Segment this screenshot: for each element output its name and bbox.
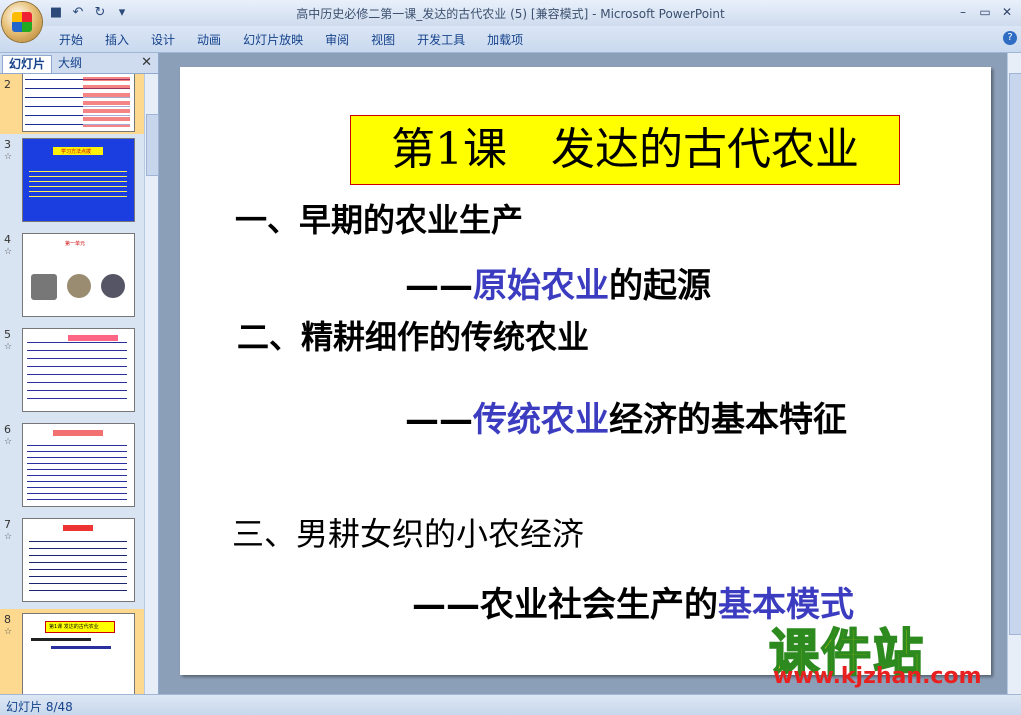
tab-animation[interactable]: 动画 bbox=[186, 31, 232, 48]
slide-thumbnail[interactable]: 第1课 发达的古代农业 bbox=[22, 613, 135, 694]
thumbnail-title: 学习方法点拨 bbox=[61, 149, 92, 155]
slide-number: 3 bbox=[4, 138, 11, 151]
thumbnail-row-selected[interactable]: 8 ☆ 第1课 发达的古代农业 bbox=[0, 609, 144, 694]
slide-number: 8 bbox=[4, 613, 11, 626]
slide-thumbnail[interactable] bbox=[22, 74, 135, 132]
slide-editing-area: 第1课 发达的古代农业 一、早期的农业生产 ——原始农业的起源 二、精耕细作的传… bbox=[159, 53, 1007, 694]
thumbnail-row[interactable]: 4 ☆ 第一单元 bbox=[0, 229, 144, 319]
status-bar: 幻灯片 8/48 bbox=[0, 694, 1021, 715]
slide-number: 4 bbox=[4, 233, 11, 246]
office-button[interactable] bbox=[2, 2, 42, 42]
slide-counter: 幻灯片 8/48 bbox=[6, 700, 73, 714]
minimize-icon[interactable]: – bbox=[953, 3, 973, 21]
watermark-url: www.kjzhan.com bbox=[773, 664, 982, 689]
line-text: 三、男耕女织的小农经济 bbox=[232, 515, 585, 553]
slide-thumbnail[interactable] bbox=[22, 423, 135, 507]
restore-icon[interactable]: ▭ bbox=[975, 3, 995, 21]
thumbnail-row[interactable]: 3 ☆ 学习方法点拨 bbox=[0, 134, 144, 224]
slide-number: 6 bbox=[4, 423, 11, 436]
tab-insert[interactable]: 插入 bbox=[94, 31, 140, 48]
slide-thumbnail[interactable]: 学习方法点拨 bbox=[22, 138, 135, 222]
tab-developer[interactable]: 开发工具 bbox=[406, 31, 476, 48]
thumbnail-row[interactable]: 6 ☆ bbox=[0, 419, 144, 509]
tab-addins[interactable]: 加载项 bbox=[476, 31, 534, 48]
line-text: 农业社会生产的 bbox=[480, 585, 718, 625]
thumbnail-title: 第1课 发达的古代农业 bbox=[49, 624, 99, 630]
line-text: 一、早期的农业生产 bbox=[235, 201, 524, 239]
slide-title[interactable]: 第1课 发达的古代农业 bbox=[350, 115, 900, 185]
slide-number: 2 bbox=[4, 78, 11, 91]
slides-panel: 幻灯片 大纲 ✕ 2 3 ☆ 学习方法点拨 4 ☆ 第一单元 5 ☆ 6 ☆ 7… bbox=[0, 53, 159, 694]
slide-line-2[interactable]: ——原始农业的起源 bbox=[405, 258, 711, 307]
line-text: 经济的基本特征 bbox=[609, 400, 847, 440]
slide-thumbnail[interactable] bbox=[22, 328, 135, 412]
tab-design[interactable]: 设计 bbox=[140, 31, 186, 48]
tab-home[interactable]: 开始 bbox=[48, 31, 94, 48]
animation-icon: ☆ bbox=[4, 437, 13, 447]
tab-view[interactable]: 视图 bbox=[360, 31, 406, 48]
close-icon[interactable]: ✕ bbox=[141, 55, 152, 70]
slide-thumbnail[interactable] bbox=[22, 518, 135, 602]
dash: —— bbox=[405, 266, 473, 306]
help-icon[interactable]: ? bbox=[1003, 31, 1017, 45]
animation-icon: ☆ bbox=[4, 247, 13, 257]
window-title: 高中历史必修二第一课_发达的古代农业 (5) [兼容模式] - Microsof… bbox=[296, 7, 725, 21]
line-text: 的起源 bbox=[609, 266, 711, 306]
animation-icon: ☆ bbox=[4, 532, 13, 542]
slide-number: 5 bbox=[4, 328, 11, 341]
animation-icon: ☆ bbox=[4, 627, 13, 637]
scrollbar-thumb[interactable] bbox=[146, 114, 159, 176]
tab-review[interactable]: 审阅 bbox=[314, 31, 360, 48]
title-bar: ■ ↶ ↻ ▾ 高中历史必修二第一课_发达的古代农业 (5) [兼容模式] - … bbox=[0, 0, 1021, 26]
tab-slideshow[interactable]: 幻灯片放映 bbox=[232, 31, 314, 48]
thumbnail-row[interactable]: 2 bbox=[0, 74, 144, 134]
thumbnail-list: 2 3 ☆ 学习方法点拨 4 ☆ 第一单元 5 ☆ 6 ☆ 7 ☆ 8 ☆ 第1… bbox=[0, 74, 144, 694]
close-icon[interactable]: ✕ bbox=[997, 3, 1017, 21]
line-text: 二、精耕细作的传统农业 bbox=[237, 318, 590, 356]
thumbnail-scrollbar[interactable] bbox=[144, 74, 159, 694]
slide-line-1[interactable]: 一、早期的农业生产 bbox=[235, 195, 523, 241]
scrollbar-thumb[interactable] bbox=[1009, 73, 1021, 635]
slide-thumbnail[interactable]: 第一单元 bbox=[22, 233, 135, 317]
tab-outline[interactable]: 大纲 bbox=[52, 55, 88, 72]
accent-text: 原始农业 bbox=[473, 266, 609, 306]
dash: —— bbox=[412, 585, 480, 625]
thumbnail-row[interactable]: 5 ☆ bbox=[0, 324, 144, 414]
slide-scrollbar[interactable] bbox=[1007, 53, 1021, 694]
slide-line-3[interactable]: 二、精耕细作的传统农业 bbox=[237, 312, 589, 358]
current-slide[interactable]: 第1课 发达的古代农业 一、早期的农业生产 ——原始农业的起源 二、精耕细作的传… bbox=[180, 67, 991, 675]
slide-line-5[interactable]: 三、男耕女织的小农经济 bbox=[232, 509, 584, 555]
dash: —— bbox=[405, 400, 473, 440]
thumbnail-row[interactable]: 7 ☆ bbox=[0, 514, 144, 604]
slide-number: 7 bbox=[4, 518, 11, 531]
office-logo-icon bbox=[12, 12, 32, 32]
slide-line-4[interactable]: ——传统农业经济的基本特征 bbox=[405, 392, 847, 441]
tab-slides[interactable]: 幻灯片 bbox=[2, 55, 53, 73]
thumbnail-title: 第一单元 bbox=[65, 241, 86, 247]
animation-icon: ☆ bbox=[4, 342, 13, 352]
animation-icon: ☆ bbox=[4, 152, 13, 162]
accent-text: 传统农业 bbox=[473, 400, 609, 440]
ribbon: 开始 插入 设计 动画 幻灯片放映 审阅 视图 开发工具 加载项 ? bbox=[0, 26, 1021, 53]
